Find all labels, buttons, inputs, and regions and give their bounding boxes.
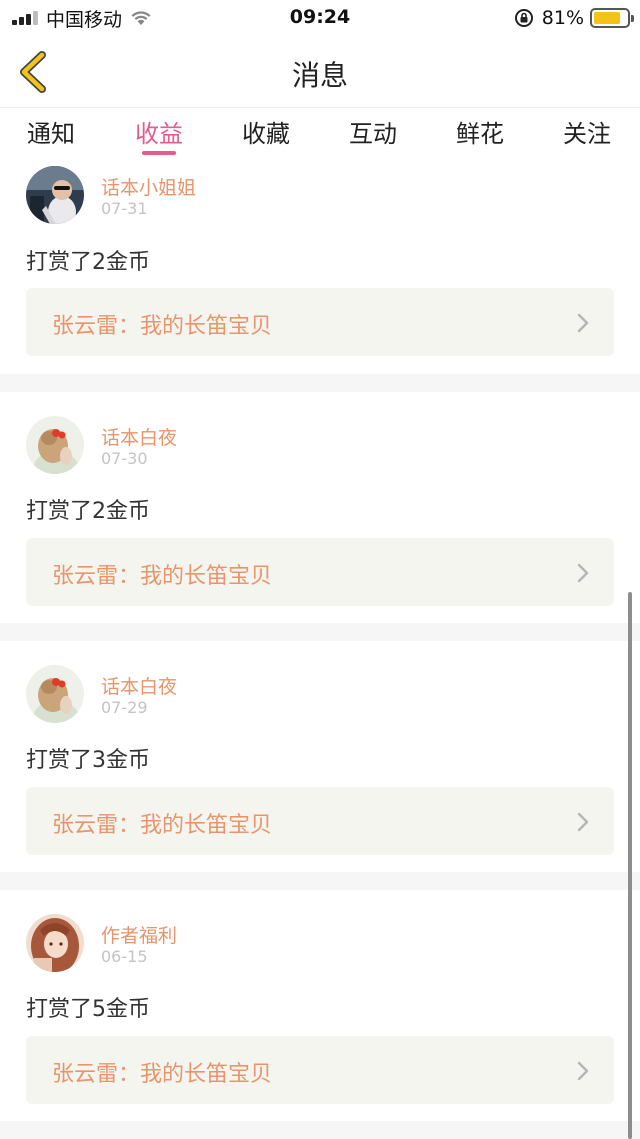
message-date: 07-31	[101, 199, 148, 218]
message-card: 作者福利 06-15 打赏了5金币 张云雷：我的长笛宝贝	[0, 890, 640, 1121]
chevron-right-icon	[577, 563, 589, 583]
scrollbar[interactable]	[628, 592, 632, 1139]
avatar[interactable]	[26, 416, 84, 474]
work-link[interactable]: 张云雷：我的长笛宝贝	[26, 288, 614, 356]
tab-earnings[interactable]: 收益	[119, 114, 199, 149]
avatar[interactable]	[26, 665, 84, 723]
work-title: 张云雷：我的长笛宝贝	[52, 1062, 273, 1087]
message-text: 打赏了3金币	[26, 748, 150, 773]
message-text: 打赏了2金币	[26, 250, 150, 275]
tab-favorites[interactable]: 收藏	[226, 114, 306, 149]
user-name[interactable]: 话本小姐姐	[101, 173, 196, 200]
battery-fill	[594, 12, 620, 24]
user-name[interactable]: 话本白夜	[101, 423, 177, 450]
user-name[interactable]: 话本白夜	[101, 672, 177, 699]
tab-notifications[interactable]: 通知	[11, 114, 91, 149]
rotation-lock-icon	[514, 9, 533, 27]
chevron-right-icon	[577, 313, 589, 333]
user-name[interactable]: 作者福利	[101, 921, 177, 948]
work-link[interactable]: 张云雷：我的长笛宝贝	[26, 1036, 614, 1104]
status-bar: 中国移动 09:24 81%	[0, 0, 640, 36]
nav-bar: 消息	[0, 36, 640, 108]
work-title: 张云雷：我的长笛宝贝	[52, 314, 273, 339]
message-card: 话本白夜 07-29 打赏了3金币 张云雷：我的长笛宝贝	[0, 641, 640, 872]
message-text: 打赏了2金币	[26, 499, 150, 524]
work-title: 张云雷：我的长笛宝贝	[52, 564, 273, 589]
work-link[interactable]: 张云雷：我的长笛宝贝	[26, 538, 614, 606]
tab-flowers[interactable]: 鲜花	[440, 114, 520, 149]
message-date: 06-15	[101, 947, 148, 966]
tab-following[interactable]: 关注	[547, 114, 627, 149]
work-title: 张云雷：我的长笛宝贝	[52, 813, 273, 838]
tab-interactions[interactable]: 互动	[333, 114, 413, 149]
message-date: 07-30	[101, 449, 148, 468]
avatar[interactable]	[26, 166, 84, 224]
message-date: 07-29	[101, 698, 148, 717]
battery-percent: 81%	[541, 7, 584, 29]
message-text: 打赏了5金币	[26, 997, 150, 1022]
chevron-right-icon	[577, 812, 589, 832]
active-tab-indicator	[142, 151, 176, 155]
message-card: 话本小姐姐 07-31 打赏了2金币 张云雷：我的长笛宝贝	[0, 160, 640, 374]
chevron-right-icon	[577, 1061, 589, 1081]
avatar[interactable]	[26, 914, 84, 972]
tab-bar: 通知 收益 收藏 互动 鲜花 关注	[0, 108, 640, 160]
battery-icon	[590, 8, 634, 28]
work-link[interactable]: 张云雷：我的长笛宝贝	[26, 787, 614, 855]
page-title: 消息	[291, 59, 348, 92]
message-card: 话本白夜 07-30 打赏了2金币 张云雷：我的长笛宝贝	[0, 392, 640, 623]
